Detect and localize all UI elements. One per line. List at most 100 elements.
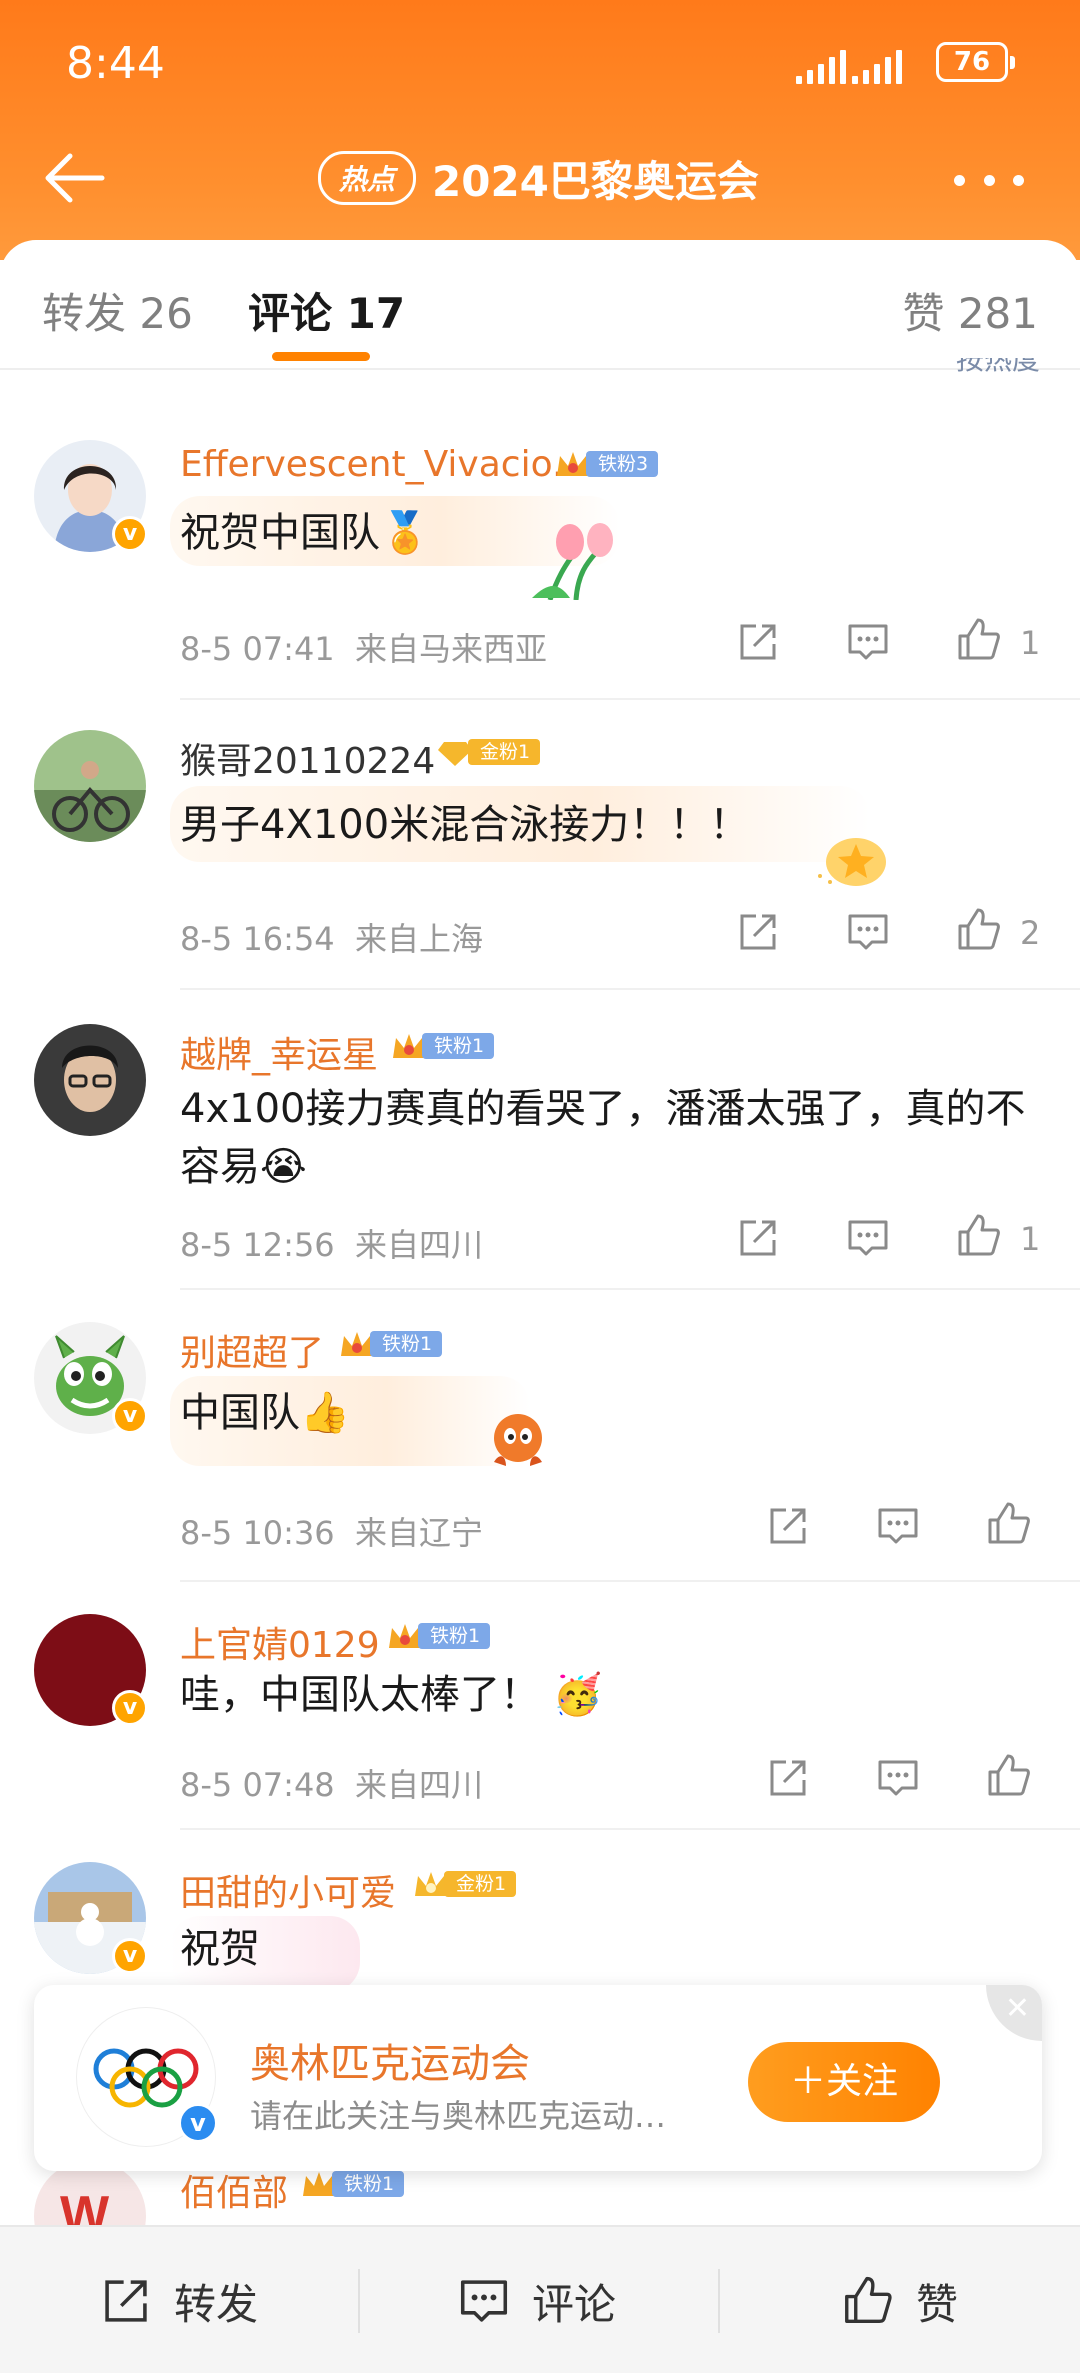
hot-badge: 热点 <box>318 151 417 205</box>
fan-badge: 金粉1 <box>412 1868 517 1900</box>
thumbs-up-icon <box>988 1754 1030 1796</box>
back-button[interactable] <box>40 148 110 208</box>
reply-button[interactable] <box>846 1216 890 1264</box>
reply-button[interactable] <box>876 1504 920 1552</box>
comment-time: 8-5 10:36 <box>180 1514 335 1552</box>
divider <box>358 2269 360 2333</box>
comment-username[interactable]: 佰佰部 <box>180 2164 288 2216</box>
arrow-left-icon <box>45 153 105 203</box>
thumbs-up-icon <box>988 1502 1030 1544</box>
comment-location: 来自上海 <box>355 920 484 958</box>
comment-text: 祝贺中国队🏅 <box>180 510 430 556</box>
divider <box>180 1828 1080 1830</box>
avatar[interactable] <box>34 1024 146 1136</box>
like-count: 2 <box>1020 914 1041 952</box>
more-dot-icon <box>954 174 965 186</box>
comment-username[interactable]: 别超超了 <box>180 1324 324 1376</box>
page-title: 2024巴黎奥运会 <box>432 156 759 206</box>
share-button[interactable] <box>736 620 780 668</box>
share-button[interactable] <box>766 1756 810 1804</box>
cartoon-sticker-icon <box>494 1414 542 1466</box>
close-icon[interactable]: ✕ <box>986 1985 1042 2041</box>
like-button[interactable] <box>984 1500 1032 1552</box>
avatar[interactable] <box>34 730 146 842</box>
share-button[interactable] <box>736 910 780 958</box>
reply-button[interactable] <box>846 910 890 958</box>
avatar[interactable]: v <box>34 1322 148 1434</box>
signal-icon <box>796 50 846 84</box>
like-button[interactable] <box>954 906 1002 958</box>
share-icon <box>770 1508 806 1544</box>
comment-username[interactable]: 越牌_幸运星 <box>180 1026 378 1078</box>
reply-button[interactable] <box>846 620 890 668</box>
avatar[interactable]: v <box>34 1862 148 1974</box>
share-icon <box>740 914 776 950</box>
reply-button[interactable] <box>876 1756 920 1804</box>
status-bar: 8:44 76 <box>0 30 1080 100</box>
status-time: 8:44 <box>66 38 165 89</box>
repost-label: 转发 <box>174 2279 259 2329</box>
tab-likes[interactable]: 赞 281 <box>902 280 1038 341</box>
share-button[interactable] <box>736 1216 780 1264</box>
comment-text: 哇，中国队太棒了！ 🥳 <box>180 1672 603 1718</box>
comment-meta: 8-5 07:41 来自马来西亚 <box>180 624 547 670</box>
bottom-action-bar: 转发 评论 赞 <box>0 2225 1080 2373</box>
comment-time: 8-5 07:48 <box>180 1766 335 1804</box>
avatar[interactable]: v <box>34 440 148 552</box>
comment-meta: 8-5 12:56 来自四川 <box>180 1220 483 1266</box>
verified-badge-icon: v <box>178 2103 218 2143</box>
tab-bar: 转发 26 评论 17 赞 281 <box>0 240 1080 370</box>
top-header: 8:44 76 热点 2024巴黎奥运会 <box>0 0 1080 260</box>
comment-meta: 8-5 10:36 来自辽宁 <box>180 1508 483 1554</box>
signal-icon-2 <box>852 50 902 84</box>
star-sticker-icon <box>818 838 886 886</box>
comment-icon <box>460 2280 508 2322</box>
repost-button[interactable]: 转发 <box>100 2227 258 2373</box>
tulip-icon <box>532 523 613 600</box>
like-label: 赞 <box>916 2279 959 2329</box>
comment-icon <box>878 1508 918 1544</box>
page-title-group[interactable]: 热点 2024巴黎奥运会 <box>318 148 759 208</box>
comment-username[interactable]: Effervescent_Vivacio... <box>180 444 586 485</box>
comment-label: 评论 <box>532 2279 617 2329</box>
share-icon <box>105 2280 147 2322</box>
comment-text: 4x100接力赛真的看哭了，潘潘太强了，真的不容易😭 <box>180 1086 1026 1190</box>
thumbs-up-icon <box>958 1214 1000 1256</box>
svg-text:W: W <box>60 2186 110 2225</box>
divider <box>180 698 1080 700</box>
comment-location: 来自四川 <box>355 1226 484 1264</box>
verified-badge-icon: v <box>112 1690 148 1726</box>
comment-location: 来自四川 <box>355 1766 484 1804</box>
share-button[interactable] <box>766 1504 810 1552</box>
tab-comments[interactable]: 评论 17 <box>248 280 405 341</box>
comment-text: 祝贺 <box>180 1926 260 1972</box>
follow-button[interactable]: ＋关注 <box>748 2042 940 2122</box>
like-button[interactable] <box>954 616 1002 668</box>
sort-hint[interactable]: 按热度 <box>930 358 1040 374</box>
fan-badge: 铁粉1 <box>386 1620 491 1652</box>
divider <box>180 1288 1080 1290</box>
more-dot-icon <box>983 174 995 186</box>
comment-username[interactable]: 猴哥20110224 <box>180 732 435 784</box>
comment-button[interactable]: 评论 <box>458 2227 616 2373</box>
like-count: 1 <box>1020 624 1041 662</box>
account-name[interactable]: 奥林匹克运动会 <box>250 2031 530 2089</box>
comment-username[interactable]: 上官婧0129 <box>180 1616 380 1668</box>
comment-meta: 8-5 07:48 来自四川 <box>180 1760 483 1806</box>
account-description: 请在此关注与奥林匹克运动… <box>250 2097 667 2135</box>
like-post-button[interactable]: 赞 <box>840 2227 958 2373</box>
comment-icon <box>878 1760 918 1796</box>
fan-badge: 铁粉1 <box>300 2168 405 2200</box>
thumbs-up-icon <box>958 908 1000 950</box>
comment-username[interactable]: 田甜的小可爱 <box>180 1864 396 1916</box>
comment-text: 中国队👍 <box>180 1390 350 1436</box>
verified-badge-icon: v <box>112 1938 148 1974</box>
like-button[interactable] <box>984 1752 1032 1804</box>
avatar[interactable]: v <box>34 1614 148 1726</box>
like-button[interactable] <box>954 1212 1002 1264</box>
follow-suggestion-card[interactable]: v 奥林匹克运动会 请在此关注与奥林匹克运动… ＋关注 ✕ <box>34 1985 1042 2171</box>
more-options-button[interactable] <box>954 168 1024 192</box>
tab-reposts[interactable]: 转发 26 <box>42 280 193 341</box>
thumbs-up-icon <box>958 618 1000 660</box>
comment-icon <box>848 914 888 950</box>
